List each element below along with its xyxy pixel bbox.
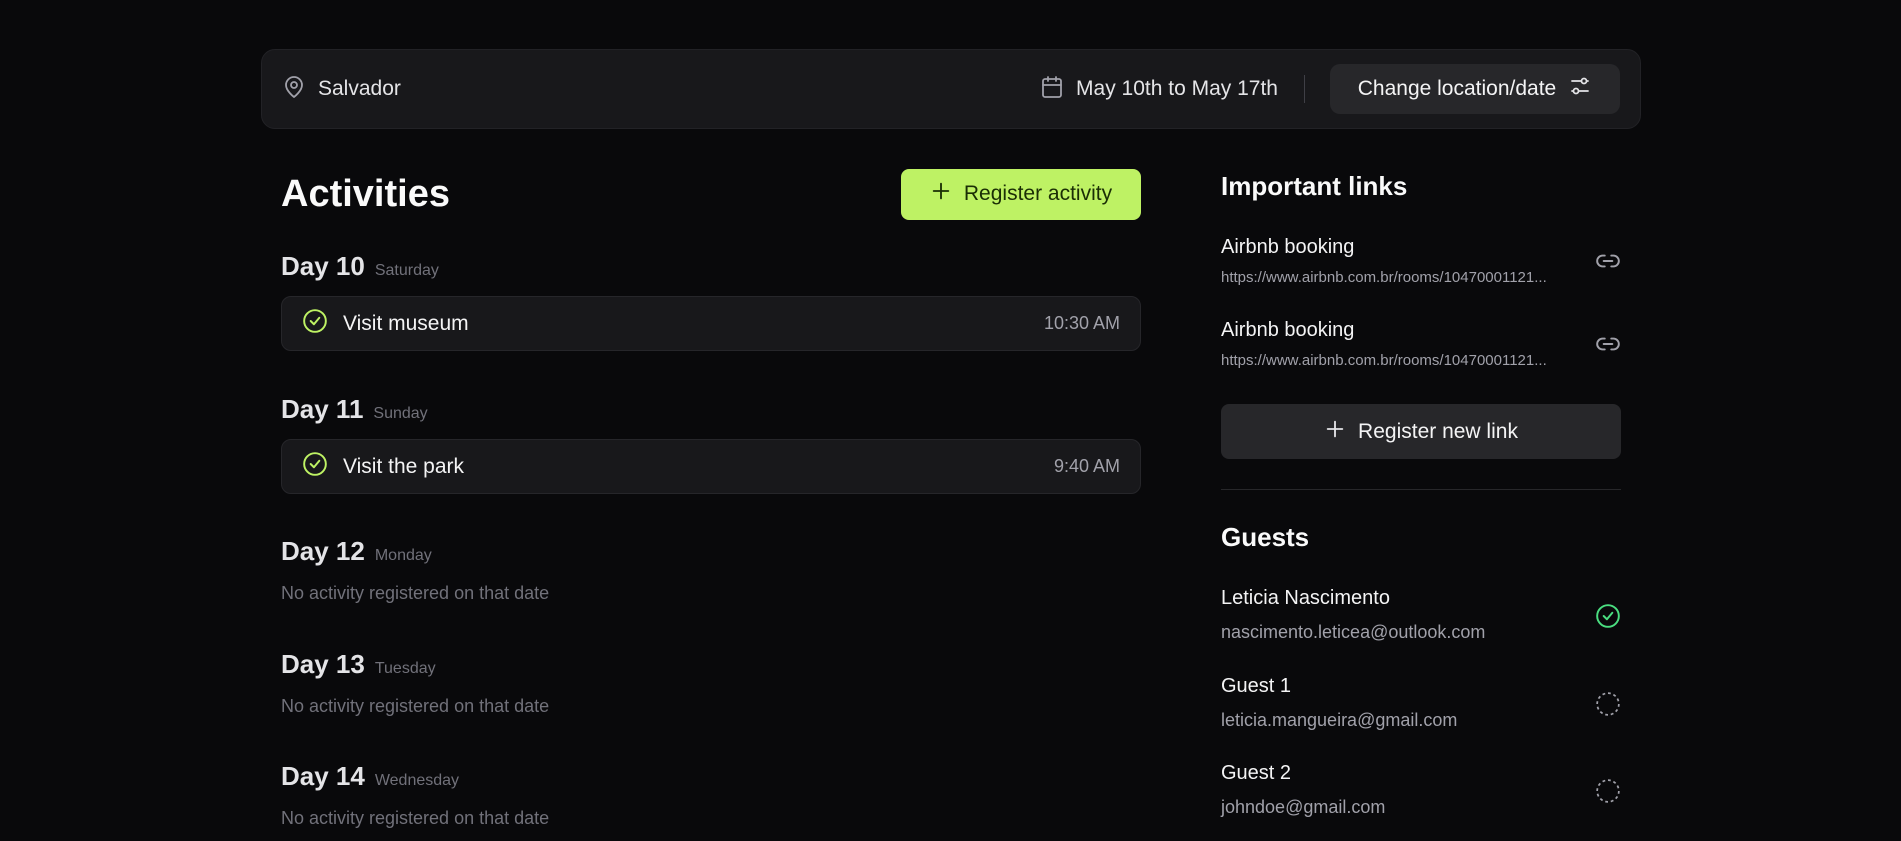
day-heading: Day 12 Monday bbox=[281, 536, 549, 567]
guest-name: Leticia Nascimento bbox=[1221, 587, 1390, 609]
link-title: Airbnb booking bbox=[1221, 236, 1355, 258]
activity-time: 9:40 AM bbox=[1053, 456, 1120, 476]
activities-section: Activities Register activity Day 10 Satu… bbox=[281, 168, 1141, 828]
day-heading: Day 10 Saturday bbox=[281, 251, 1141, 282]
pending-circle-icon bbox=[1595, 778, 1621, 809]
empty-day-message: No activity registered on that date bbox=[281, 696, 550, 716]
link-url[interactable]: https://www.airbnb.com.br/rooms/10470001… bbox=[1221, 269, 1571, 286]
plus-icon bbox=[930, 180, 952, 208]
guest-email: leticia.mangueira@gmail.com bbox=[1221, 710, 1458, 730]
day-weekday: Monday bbox=[374, 547, 432, 564]
activity-time: 10:30 AM bbox=[1043, 313, 1120, 333]
change-button-label: Change location/date bbox=[1357, 77, 1557, 100]
activity-title: Visit museum bbox=[343, 311, 469, 335]
location-text: Salvador bbox=[318, 77, 401, 100]
check-circle-icon bbox=[302, 308, 328, 339]
day-heading: Day 14 Wednesday bbox=[281, 761, 549, 792]
register-new-link-button[interactable]: Register new link bbox=[1221, 404, 1621, 459]
map-pin-icon bbox=[282, 75, 306, 104]
header-divider bbox=[1304, 75, 1305, 103]
day-weekday: Wednesday bbox=[374, 772, 460, 789]
change-location-date-button[interactable]: Change location/date bbox=[1330, 64, 1620, 114]
activities-header: Activities Register activity bbox=[281, 168, 1141, 220]
day-group: Day 12 Monday No activity registered on … bbox=[281, 536, 549, 604]
guest-item: Leticia Nascimento nascimento.leticea@ou… bbox=[1221, 587, 1621, 643]
empty-day-message: No activity registered on that date bbox=[281, 808, 550, 828]
link-icon[interactable] bbox=[1595, 331, 1621, 362]
date-display: May 10th to May 17th bbox=[1040, 75, 1278, 104]
section-divider bbox=[1221, 489, 1621, 490]
trip-header: Salvador May 10th to May 17th Change loc… bbox=[261, 49, 1641, 129]
day-number: Day 11 bbox=[281, 394, 364, 424]
link-item: Airbnb booking https://www.airbnb.com.br… bbox=[1221, 319, 1621, 369]
important-links-title: Important links bbox=[1221, 171, 1408, 201]
guest-name: Guest 2 bbox=[1221, 762, 1292, 784]
register-activity-label: Register activity bbox=[963, 182, 1113, 205]
day-group: Day 14 Wednesday No activity registered … bbox=[281, 761, 549, 829]
guests-title: Guests bbox=[1221, 522, 1310, 552]
day-number: Day 12 bbox=[281, 536, 365, 566]
date-range-text: May 10th to May 17th bbox=[1076, 77, 1278, 100]
trip-details-page: Salvador May 10th to May 17th Change loc… bbox=[0, 0, 1901, 841]
calendar-icon bbox=[1040, 75, 1064, 104]
confirmed-check-icon bbox=[1595, 603, 1621, 634]
guest-name: Guest 1 bbox=[1221, 675, 1292, 697]
day-group: Day 13 Tuesday No activity registered on… bbox=[281, 649, 549, 717]
link-title: Airbnb booking bbox=[1221, 319, 1355, 341]
guest-item: Guest 1 leticia.mangueira@gmail.com bbox=[1221, 675, 1621, 731]
activity-card[interactable]: Visit the park 9:40 AM bbox=[281, 439, 1141, 494]
day-number: Day 13 bbox=[281, 649, 365, 679]
guest-item: Guest 2 johndoe@gmail.com bbox=[1221, 762, 1621, 818]
day-number: Day 14 bbox=[281, 761, 365, 791]
empty-day-message: No activity registered on that date bbox=[281, 583, 550, 603]
day-weekday: Saturday bbox=[374, 262, 439, 279]
plus-icon bbox=[1324, 418, 1346, 446]
activities-title: Activities bbox=[281, 172, 450, 215]
guest-email: nascimento.leticea@outlook.com bbox=[1221, 622, 1486, 642]
register-activity-button[interactable]: Register activity bbox=[901, 168, 1141, 220]
activity-card[interactable]: Visit museum 10:30 AM bbox=[281, 296, 1141, 351]
day-number: Day 10 bbox=[281, 251, 365, 281]
link-item: Airbnb booking https://www.airbnb.com.br… bbox=[1221, 236, 1621, 286]
link-url[interactable]: https://www.airbnb.com.br/rooms/10470001… bbox=[1221, 352, 1571, 369]
location-display: Salvador bbox=[282, 75, 1040, 104]
day-heading: Day 11 Sunday bbox=[281, 394, 1141, 425]
day-weekday: Sunday bbox=[373, 405, 428, 422]
check-circle-icon bbox=[302, 451, 328, 482]
pending-circle-icon bbox=[1595, 691, 1621, 722]
day-weekday: Tuesday bbox=[374, 660, 436, 677]
day-heading: Day 13 Tuesday bbox=[281, 649, 549, 680]
day-group: Day 11 Sunday Visit the park 9:40 AM bbox=[281, 394, 1141, 494]
day-group: Day 10 Saturday Visit museum 10:30 AM bbox=[281, 251, 1141, 351]
activity-title: Visit the park bbox=[343, 454, 465, 478]
register-new-link-label: Register new link bbox=[1358, 419, 1518, 443]
link-icon[interactable] bbox=[1595, 248, 1621, 279]
guest-email: johndoe@gmail.com bbox=[1221, 797, 1386, 817]
settings-sliders-icon bbox=[1568, 74, 1592, 104]
